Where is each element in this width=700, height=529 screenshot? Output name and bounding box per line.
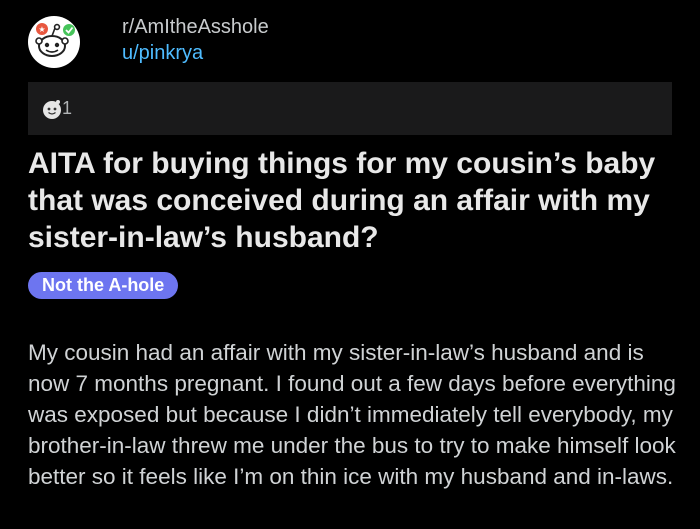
subreddit-name[interactable]: r/AmItheAsshole	[122, 14, 269, 40]
post-title: AITA for buying things for my cousin’s b…	[28, 147, 656, 254]
post-header: ★ r/AmItheAsshole u/pinkrya	[28, 12, 269, 72]
post-flair[interactable]: Not the A-hole	[28, 272, 179, 299]
award-count: 1	[62, 98, 73, 118]
award-bar[interactable]: 1	[28, 82, 672, 135]
author-username[interactable]: u/pinkrya	[122, 40, 269, 66]
svg-text:★: ★	[38, 25, 45, 34]
post-body: My cousin had an affair with my sister-i…	[28, 340, 676, 489]
snoo-avatar-icon: ★	[35, 23, 75, 57]
post-meta: r/AmItheAsshole u/pinkrya	[122, 16, 269, 66]
wholesome-award-icon	[40, 97, 64, 121]
subreddit-avatar[interactable]: ★	[28, 16, 80, 68]
